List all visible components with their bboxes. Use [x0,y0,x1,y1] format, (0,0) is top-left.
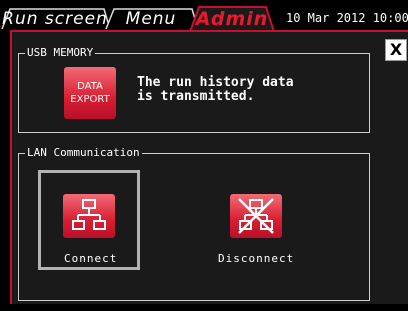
data-export-button[interactable]: DATA EXPORT [64,67,116,119]
usb-message-line2: is transmitted. [137,89,255,104]
lan-group-label: LAN Communication [25,146,142,160]
disconnect-button[interactable] [230,194,282,238]
connect-label: Connect [64,252,118,265]
tab-menu[interactable]: Menu [104,8,198,30]
tab-menu-label: Menu [125,9,177,29]
usb-message: The run history data is transmitted. [137,76,294,104]
bottom-bar [0,304,408,311]
tab-admin-label: Admin [195,8,269,30]
close-button[interactable]: X [385,39,407,61]
export-label-line2: EXPORT [70,94,110,105]
network-disconnect-icon [238,198,274,234]
tab-run-screen[interactable]: Run screen [0,8,110,30]
tab-run-label: Run screen [2,9,108,29]
network-icon [72,199,106,230]
usb-message-line1: The run history data [137,75,294,90]
export-label-line1: DATA [77,81,103,92]
tab-bar: Run screen Menu Admin 10 Mar 2012 10:00 [0,0,408,32]
usb-group-label: USB MEMORY [25,46,96,60]
connect-button[interactable] [63,194,115,238]
disconnect-label: Disconnect [218,252,295,265]
datetime: 10 Mar 2012 10:00 [286,11,408,25]
tab-admin[interactable]: Admin [190,6,274,32]
